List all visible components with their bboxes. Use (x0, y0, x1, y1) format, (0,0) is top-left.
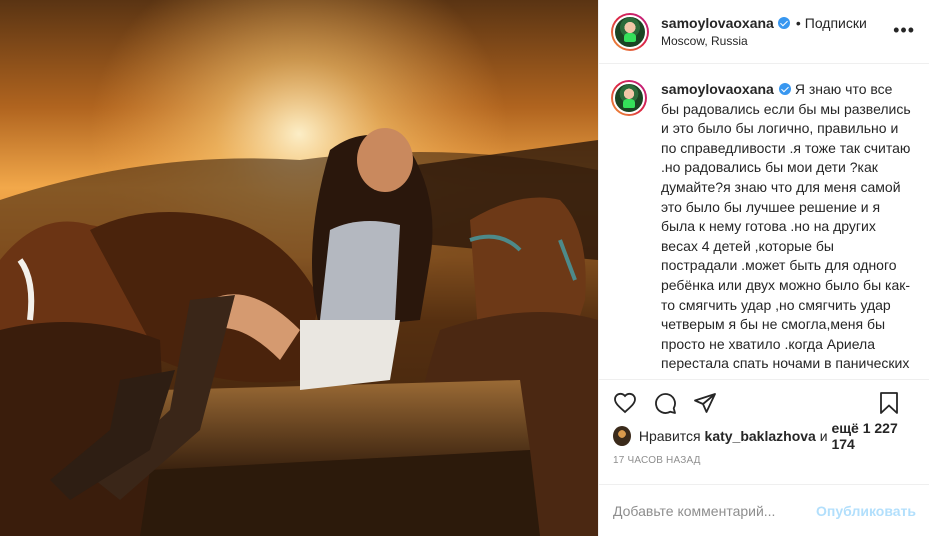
caption-section: samoylovaoxana Я знаю что все бы радовали… (599, 64, 929, 379)
caption-text: Я знаю что все бы радовались если бы мы … (661, 81, 911, 379)
post-timestamp[interactable]: 17 часов назад (599, 447, 929, 466)
caption-avatar[interactable] (611, 80, 647, 116)
post-header: samoylovaoxana • Подписки Moscow, Russia… (599, 0, 929, 64)
caption-username[interactable]: samoylovaoxana (661, 81, 774, 97)
liker-username[interactable]: katy_baklazhova (705, 428, 816, 444)
comment-bar: Опубликовать (599, 484, 929, 536)
header-separator: • (795, 15, 801, 31)
verified-badge-icon (778, 83, 791, 95)
heart-icon[interactable] (613, 391, 637, 415)
post-location[interactable]: Moscow, Russia (661, 34, 867, 48)
likes-row: Нравится katy_baklazhova и ещё 1 227 174 (599, 420, 929, 452)
author-username[interactable]: samoylovaoxana (661, 15, 774, 31)
comment-input[interactable] (613, 502, 817, 519)
publish-button[interactable]: Опубликовать (816, 503, 916, 519)
likes-connector: и (819, 428, 828, 444)
more-options-icon[interactable]: ••• (893, 20, 915, 41)
following-button[interactable]: Подписки (805, 15, 867, 31)
action-bar (599, 379, 929, 425)
verified-badge-icon (777, 17, 790, 29)
author-avatar[interactable] (611, 12, 649, 51)
liker-avatar[interactable] (613, 426, 631, 446)
paper-plane-icon[interactable] (693, 391, 717, 415)
post-sidebar: samoylovaoxana • Подписки Moscow, Russia… (598, 0, 929, 536)
caption-text-block: samoylovaoxana Я знаю что все бы радовали… (661, 80, 911, 379)
post-view: samoylovaoxana • Подписки Moscow, Russia… (0, 0, 929, 536)
comment-icon[interactable] (653, 391, 677, 415)
post-photo[interactable] (0, 0, 598, 536)
likes-prefix: Нравится (638, 428, 701, 444)
bookmark-icon[interactable] (877, 391, 901, 415)
photo-image (0, 0, 598, 536)
